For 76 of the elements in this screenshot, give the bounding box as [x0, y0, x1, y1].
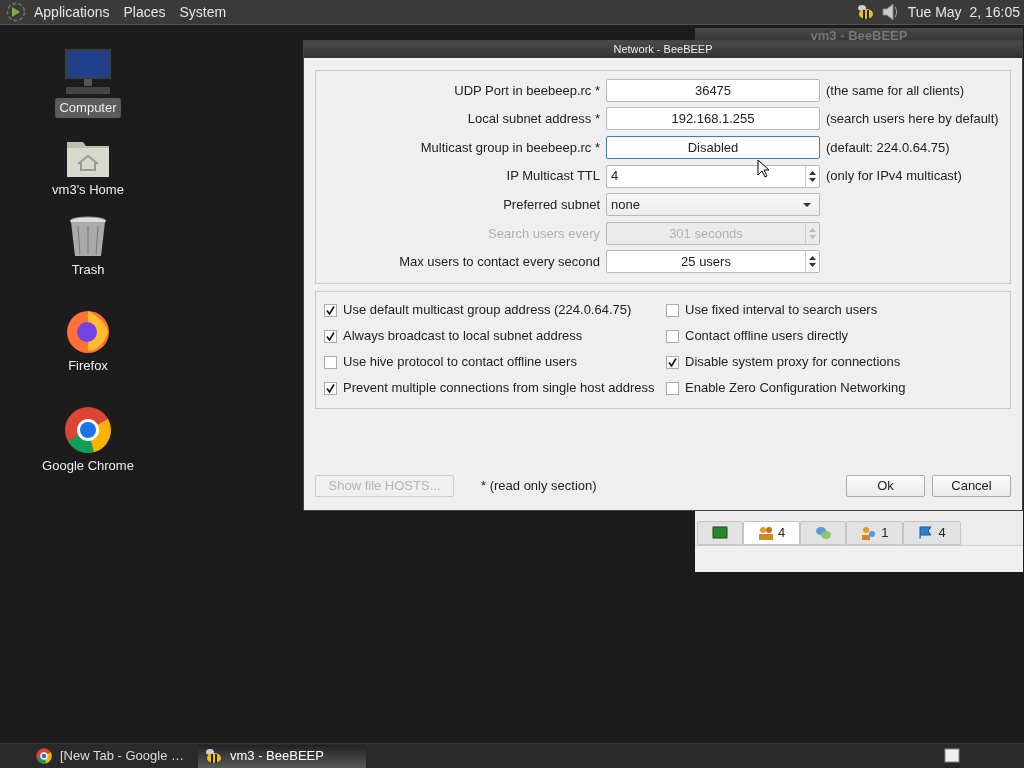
field-label: IP Multicast TTL: [505, 167, 601, 186]
caret-icon: [803, 202, 811, 207]
field-label: Local subnet address *: [466, 110, 601, 129]
tab[interactable]: 4: [903, 521, 961, 545]
checkbox-label: Always broadcast to local subnet address: [343, 327, 583, 346]
checkbox-label: Prevent multiple connections from single host address: [343, 379, 655, 398]
spin-field[interactable]: 4: [606, 164, 820, 188]
checkbox[interactable]: [324, 381, 337, 395]
field-label: Max users to contact every second: [398, 253, 601, 272]
ok-button[interactable]: Ok: [846, 475, 925, 497]
panel-menu[interactable]: System: [179, 1, 227, 23]
speaker-icon[interactable]: [881, 2, 898, 22]
firefox-icon: [65, 308, 111, 354]
input-field[interactable]: 192.168.1.255: [606, 107, 820, 131]
tab[interactable]: [697, 521, 743, 545]
field-label: Multicast group in beebeep.rc *: [419, 138, 601, 157]
checkbox-label: Contact offline users directly: [685, 327, 849, 346]
field-hint: (only for IPv4 multicast): [826, 167, 962, 186]
desktop-icon-label[interactable]: vm3's Home: [48, 180, 128, 200]
checkmark-icon: [326, 383, 335, 393]
show-desktop-icon[interactable]: [944, 748, 960, 764]
tab[interactable]: 1: [846, 521, 904, 545]
taskbar-item[interactable]: vm3 - BeeBEEP: [198, 744, 366, 768]
mouse-cursor-icon: [757, 159, 769, 178]
computer-icon: [63, 48, 113, 96]
checkbox[interactable]: [666, 355, 679, 369]
chrome-icon: [64, 406, 112, 454]
start-icon[interactable]: [6, 2, 26, 22]
checkmark-icon: [326, 305, 335, 315]
desktop-icon-label[interactable]: Trash: [67, 260, 109, 280]
checkbox-label: Disable system proxy for connections: [685, 353, 901, 372]
taskbar-item[interactable]: [New Tab - Google …: [30, 744, 198, 768]
group-icon: [861, 526, 878, 540]
spin-field[interactable]: 25 users: [606, 250, 820, 274]
cancel-button[interactable]: Cancel: [932, 475, 1011, 497]
field-hint: (the same for all clients): [826, 81, 964, 100]
bee-icon: [855, 4, 874, 20]
spin-arrows-icon[interactable]: [805, 251, 819, 273]
checkbox[interactable]: [666, 303, 679, 317]
field-hint: (search users here by default): [826, 110, 999, 129]
field-label: Preferred subnet: [502, 195, 601, 214]
checkbox[interactable]: [666, 381, 679, 395]
window-title: vm3 - BeeBEEP: [810, 28, 908, 44]
checkmark-icon: [668, 357, 677, 367]
users-icon: [758, 526, 774, 540]
checkbox-label: Enable Zero Configuration Networking: [685, 379, 906, 398]
field-label: Search users every: [487, 224, 601, 243]
checkbox[interactable]: [666, 329, 679, 343]
chrome-icon: [36, 748, 52, 764]
checkbox[interactable]: [324, 355, 337, 369]
tab[interactable]: 4: [743, 521, 801, 545]
desktop-icon-label[interactable]: Google Chrome: [38, 456, 138, 476]
panel-menu[interactable]: Places: [123, 1, 166, 23]
input-field[interactable]: Disabled: [606, 136, 820, 159]
input-field[interactable]: 36475: [606, 78, 820, 102]
checkbox[interactable]: [324, 329, 337, 343]
checkbox-label: Use hive protocol to contact offline users: [343, 353, 577, 372]
dropdown[interactable]: none: [606, 193, 820, 217]
desktop-icon-label[interactable]: Firefox: [64, 356, 112, 376]
read-only-note: * (read only section): [481, 477, 597, 496]
dialog-title: Network - BeeBEEP: [613, 42, 713, 58]
chat-icon: [815, 526, 832, 540]
bee-icon: [204, 748, 222, 764]
desktop-icon-label[interactable]: Computer: [55, 98, 121, 118]
checkbox-label: Use default multicast group address (224.0.64.75): [343, 301, 632, 320]
checkbox-label: Use fixed interval to search users: [685, 301, 878, 320]
flag-icon: [918, 526, 935, 540]
clock[interactable]: Tue May 2, 16:05: [907, 1, 1020, 23]
checkbox[interactable]: [324, 303, 337, 317]
trash-icon: [68, 216, 108, 258]
spin-arrows-icon[interactable]: [805, 165, 819, 187]
panel-menu[interactable]: Applications: [34, 1, 110, 23]
monitor-icon: [712, 526, 728, 540]
field-label: UDP Port in beebeep.rc *: [453, 81, 601, 100]
field-hint: (default: 224.0.64.75): [826, 138, 950, 157]
checkmark-icon: [326, 331, 335, 341]
